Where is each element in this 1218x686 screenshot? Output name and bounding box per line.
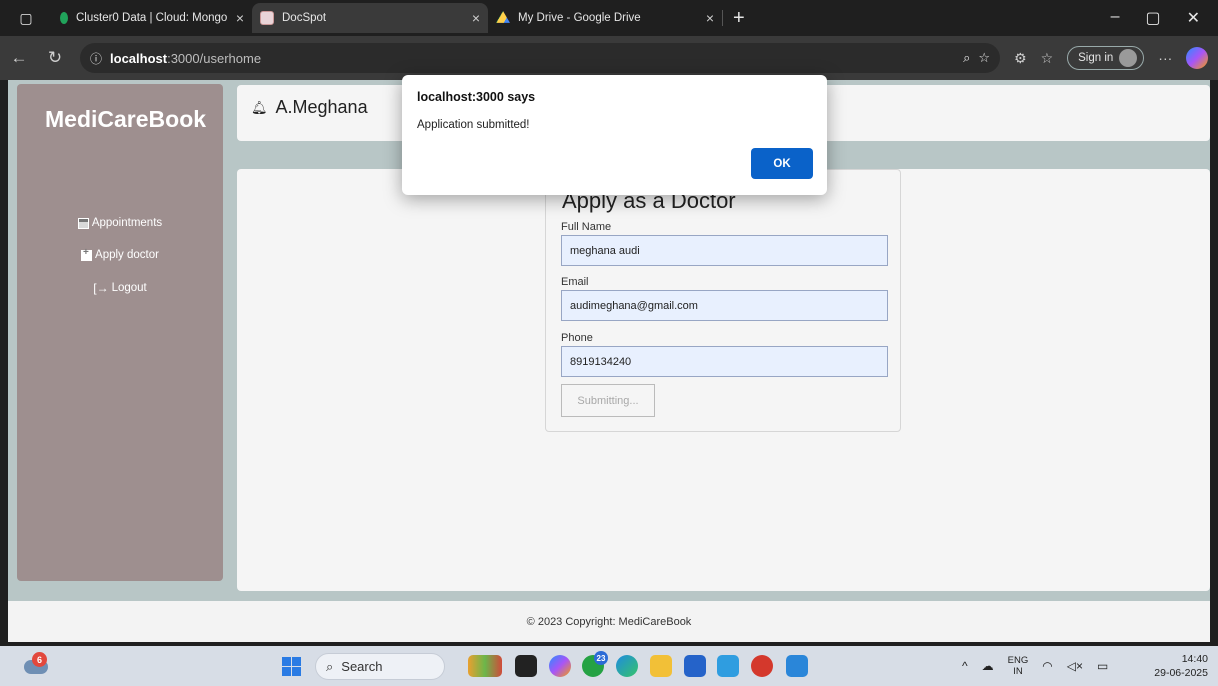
lang-top: ENG [1007,655,1029,666]
tab-actions-icon[interactable]: ▢ [19,10,32,27]
info-icon[interactable]: ⓘ [90,50,102,67]
dialog-ok-button[interactable]: OK [751,148,813,179]
document-plus-icon [81,247,93,261]
search-label: Search [341,659,383,674]
file-explorer-icon[interactable] [650,655,672,677]
chrome-icon[interactable] [751,655,773,677]
main-content: Apply as a Doctor Full Name meghana audi… [237,169,1210,591]
new-tab-button[interactable]: + [723,7,755,30]
task-view-icon[interactable] [515,655,537,677]
tab-mongodb[interactable]: Cluster0 Data | Cloud: MongoDB × [52,3,252,33]
edge-browser-icon[interactable] [616,655,638,677]
user-greeting: 🔔︎ A.Meghana [251,97,368,118]
docspot-favicon-icon [260,11,274,25]
search-icon: ⌕ [326,658,334,674]
cloud-off-icon[interactable]: ☁ [982,659,994,673]
brand-title: MediCareBook [45,106,207,132]
full-name-input[interactable]: meghana audi [561,235,888,266]
restore-button[interactable]: ▢ [1145,8,1160,28]
profile-avatar-icon [1119,49,1138,67]
alert-dialog: localhost:3000 says Application submitte… [402,75,827,195]
tab-close-icon[interactable]: × [236,10,244,26]
url-input[interactable]: ⓘ localhost:3000/userhome ⌕ ☆ [80,43,1000,73]
url-host: localhost [110,50,168,66]
close-window-button[interactable]: ✕ [1187,8,1200,28]
tab-title: DocSpot [282,12,327,24]
weather-widget[interactable]: 6 [24,652,50,678]
tab-docspot[interactable]: DocSpot × [252,3,488,33]
phone-label: Phone [561,332,593,344]
email-input[interactable]: audimeghana@gmail.com [561,290,888,321]
refresh-icon[interactable]: ↻ [44,48,66,68]
phone-input[interactable]: 8919134240 [561,346,888,377]
windows-start-icon[interactable] [282,657,301,676]
vscode-icon[interactable] [786,655,808,677]
lang-bottom: IN [1013,666,1023,677]
bell-icon[interactable]: 🔔︎ [251,100,268,116]
back-arrow-icon[interactable]: ← [8,48,30,68]
mongodb-leaf-icon [60,12,68,24]
toolbar-right: ⚙ ☆ Sign in ··· [1014,46,1209,70]
sign-in-label: Sign in [1078,52,1114,64]
windows-taskbar: 6 ⌕ Search 23 ^ ☁ ENG IN ◠ ◁× ▭ 14:40 29… [0,646,1218,686]
extensions-icon[interactable]: ⚙ [1014,50,1027,67]
page-footer: © 2023 Copyright: MediCareBook [8,601,1210,642]
favorite-star-icon[interactable]: ☆ [978,50,990,66]
address-bar: ← ↻ ⓘ localhost:3000/userhome ⌕ ☆ ⚙ ☆ Si… [0,36,1218,80]
tab-actions: ▢ [0,10,52,27]
google-drive-icon [496,11,510,23]
full-name-label: Full Name [561,221,612,233]
wifi-icon[interactable]: ◠ [1042,659,1052,673]
user-name: A.Meghana [275,97,368,117]
weather-badge: 6 [32,652,47,667]
sidebar-item-appointments[interactable]: Appointments [17,217,223,229]
more-menu-icon[interactable]: ··· [1158,50,1172,66]
tab-google-drive[interactable]: My Drive - Google Drive × [488,3,722,33]
sidebar-item-label: Logout [111,282,147,294]
copilot-icon[interactable] [1186,47,1209,69]
copilot-taskbar-icon[interactable] [549,655,571,677]
submit-button[interactable]: Submitting... [561,384,655,417]
microsoft-store-icon[interactable] [684,655,706,677]
email-label: Email [561,276,589,288]
news-widget-icon[interactable] [468,655,502,677]
sidebar-item-label: Apply doctor [95,249,159,261]
sidebar: MediCareBook Appointments Apply doctor [… [17,84,223,581]
sidebar-item-logout[interactable]: [→ Logout [17,281,223,295]
sign-in-button[interactable]: Sign in [1067,46,1145,70]
tray-overflow-icon[interactable]: ^ [962,659,968,673]
tab-close-icon[interactable]: × [472,10,480,26]
dialog-message: Application submitted! [417,119,530,131]
favorites-icon[interactable]: ☆ [1041,50,1054,67]
logout-icon: [→ [93,281,109,295]
dialog-title: localhost:3000 says [417,90,536,104]
clock-date: 29-06-2025 [1154,667,1208,679]
zoom-icon[interactable]: ⌕ [963,50,970,66]
tab-title: Cluster0 Data | Cloud: MongoDB [76,12,228,24]
whatsapp-badge: 23 [594,651,608,665]
minimize-button[interactable]: – [1111,8,1120,28]
taskbar-clock[interactable]: 14:40 29-06-2025 [1154,652,1208,680]
clock-time: 14:40 [1181,653,1208,665]
language-indicator[interactable]: ENG IN [1008,655,1029,677]
browser-tab-bar: ▢ Cluster0 Data | Cloud: MongoDB × DocSp… [0,0,1218,36]
volume-muted-icon[interactable]: ◁× [1067,659,1083,673]
taskbar-search-box[interactable]: ⌕ Search [315,653,445,680]
window-controls: – ▢ ✕ [1111,8,1218,28]
system-tray: ^ ☁ ENG IN ◠ ◁× ▭ [962,646,1108,686]
myhp-icon[interactable] [717,655,739,677]
calendar-icon [77,217,89,229]
tab-close-icon[interactable]: × [706,10,714,26]
battery-icon[interactable]: ▭ [1097,659,1108,673]
tab-title: My Drive - Google Drive [518,12,641,24]
apply-doctor-form: Apply as a Doctor Full Name meghana audi… [545,169,901,432]
sidebar-item-label: Appointments [91,217,163,229]
sidebar-item-apply-doctor[interactable]: Apply doctor [17,247,223,261]
url-path: :3000/userhome [167,50,262,66]
